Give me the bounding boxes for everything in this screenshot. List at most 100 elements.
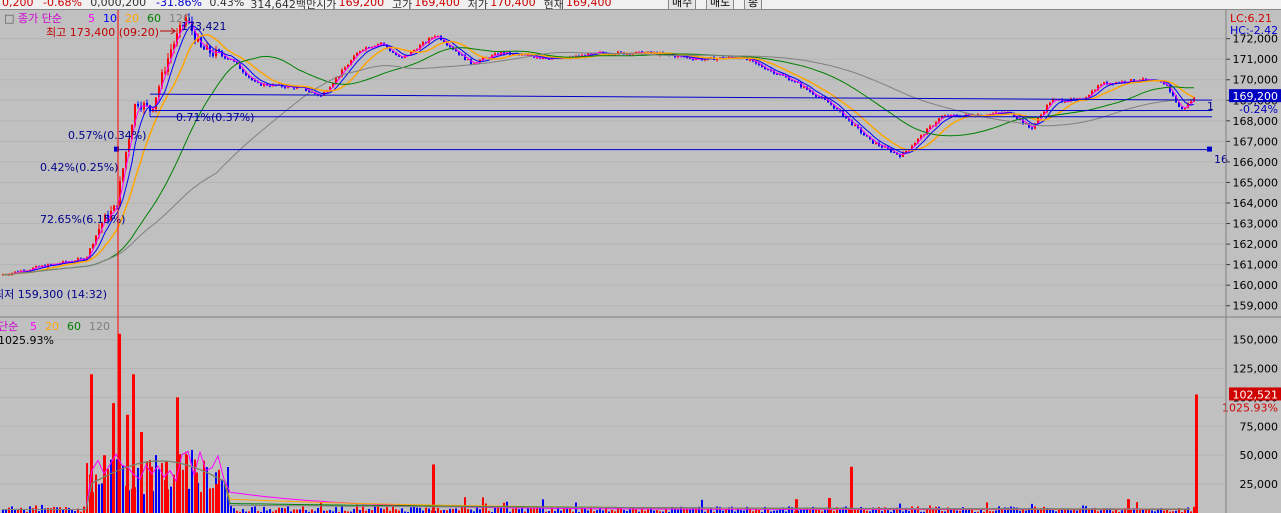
topbar-button[interactable]: 종 [744,0,763,9]
volume-bar [173,474,175,513]
volume-bar [335,507,337,513]
volume-bar [20,507,22,513]
topbar-text: 314,642백만 [250,0,317,10]
topbar-text: 0.43% [209,0,245,9]
volume-bar [392,506,394,513]
volume-tick-label: 25,000 [1240,478,1279,491]
volume-bar [41,504,43,513]
price-tick-label: 167,000 [1233,135,1279,148]
stock-chart: 172,000171,000170,000169,000168,000167,0… [0,10,1281,513]
topbar-text: 현재 [543,0,564,10]
volume-bar [206,467,208,513]
candle-body [308,90,310,92]
volume-bar [281,507,283,513]
volume-bar [8,507,10,513]
candle-body [113,205,115,211]
topbar-button[interactable]: 매수 [668,0,697,9]
volume-bar [362,506,364,513]
price-legend-period: 5 [88,12,95,25]
price-legend-prefix: 종가 단순 [18,12,62,25]
volume-bar [980,509,982,513]
volume-legend-prefix: 단순 [0,320,18,333]
volume-bar [56,507,58,513]
volume-bar [530,508,532,513]
candle-body [164,71,166,73]
price-tick-label: 159,000 [1233,300,1279,313]
candle-body [137,104,139,107]
candle-body [344,67,346,70]
volume-tick-label: 50,000 [1240,449,1279,462]
volume-bar [962,507,964,513]
volume-bar [341,506,343,513]
volume-bar [401,508,403,513]
topbar-text: 저가 [467,0,489,10]
volume-spike-bar [795,499,798,513]
volume-bar [251,507,253,513]
volume-spike-bar [185,455,188,513]
volume-bar [59,507,61,513]
volume-bar [1193,506,1195,513]
hc-label: HC:-2.42 [1230,24,1278,37]
volume-bar [221,479,223,513]
topbar-text: 170,400 [490,0,536,9]
candle-body [929,126,931,129]
candle-body [224,56,226,59]
reference-annotation: 0.42%(0.25%) [40,161,118,174]
candle-body [1100,84,1102,86]
volume-bar [158,469,160,513]
volume-bar [650,509,652,513]
volume-bar [317,508,319,513]
volume-bar [353,508,355,513]
volume-bar [485,503,487,513]
topbar-button[interactable]: 매도 [706,0,735,9]
topbar-text: 0,000,200 [90,0,147,9]
topbar-text: 169,400 [566,0,612,9]
volume-spike-bar [1127,499,1130,513]
volume-bar [689,509,691,513]
volume-spike-bar [1195,394,1198,513]
candle-body [791,80,793,82]
candle-body [1181,107,1183,110]
volume-bar [683,509,685,513]
volume-bar [1136,502,1138,513]
high-price-label: 최고 173,400 (09:20) [46,26,159,39]
volume-bar [374,506,376,513]
volume-tick-label: 150,000 [1233,334,1279,347]
volume-bar [155,455,157,513]
volume-bar [170,486,172,513]
volume-bar [470,509,472,513]
volume-bar [518,509,520,513]
volume-bar [494,507,496,513]
volume-ratio-label: 1025.93% [0,334,54,347]
volume-bar [449,508,451,513]
volume-bar [686,509,688,513]
volume-bar [482,497,484,513]
current-volume-label: 102,521 [1233,388,1279,401]
reference-marker [1207,146,1212,152]
volume-bar [287,506,289,513]
volume-spike-bar [132,374,135,513]
volume-bar [425,507,427,513]
volume-bar [986,502,988,513]
volume-bar [203,460,205,513]
volume-bar [377,506,379,513]
price-tick-label: 163,000 [1233,218,1279,231]
volume-bar [467,508,469,513]
candle-body [893,152,895,154]
topbar-text: 169,200 [338,0,385,9]
volume-legend-period: 20 [45,320,59,333]
volume-bar [461,506,463,513]
volume-bar [50,508,52,513]
volume-bar [302,506,304,513]
candle-body [803,86,805,88]
candle-body [875,142,877,144]
volume-bar [98,484,100,513]
volume-bar [1157,509,1159,513]
top-toolbar: 0,200 -0.68% 0,000,200 -31.86% 0.43% 314,642백… [0,0,1281,10]
volume-bar [68,507,70,513]
price-tick-label: 162,000 [1233,238,1279,251]
volume-bar [707,509,709,513]
volume-bar [254,506,256,513]
candle-body [854,125,856,127]
volume-bar [854,509,856,513]
